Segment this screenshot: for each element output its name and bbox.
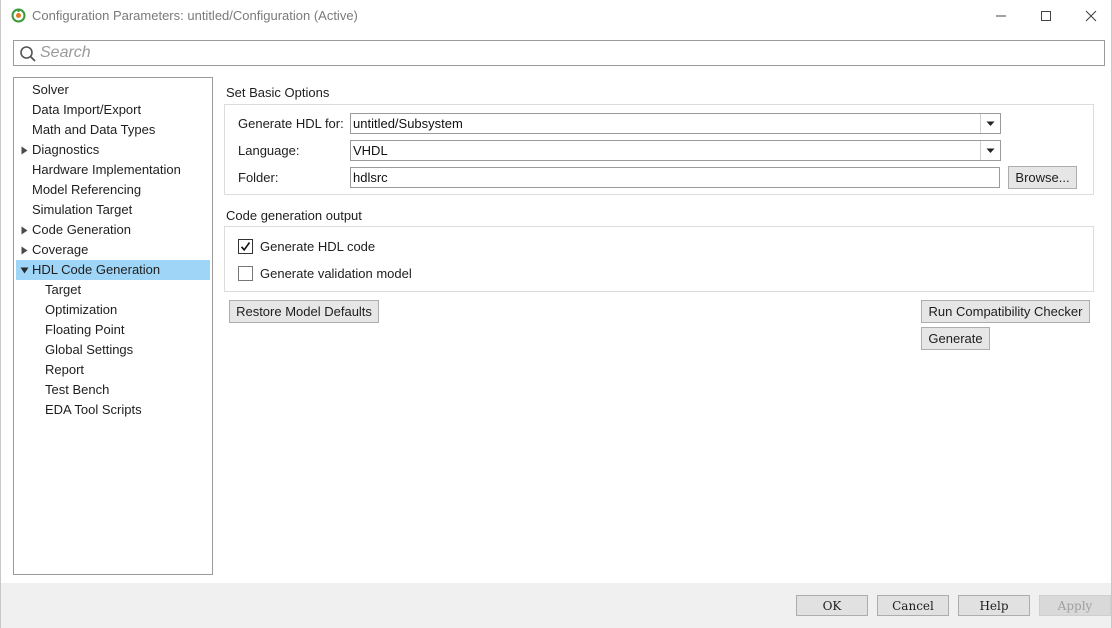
tree-item[interactable]: Simulation Target [16,200,210,220]
language-label: Language: [238,143,300,158]
search-bar [1,31,1111,74]
minimize-icon [996,15,1006,16]
tree-item-label: Optimization [45,302,118,317]
chevron-down-icon[interactable] [980,141,1000,160]
tree-item-label: Math and Data Types [32,122,156,137]
tree-item-label: Hardware Implementation [32,162,181,177]
expanded-arrow-icon[interactable] [19,260,29,280]
generate-validation-checkbox[interactable] [238,265,253,281]
search-box[interactable] [13,40,1105,66]
maximize-button[interactable] [1023,0,1069,31]
folder-input[interactable] [353,169,993,186]
tree-item-label: Target [45,282,82,297]
tree-item-label: Solver [32,82,69,97]
folder-label: Folder: [238,170,279,185]
tree-item[interactable]: Data Import/Export [16,100,210,120]
close-icon [1085,10,1097,21]
run-compatibility-checker-button[interactable]: Run Compatibility Checker [921,300,1090,323]
generate-for-value: untitled/Subsystem [353,116,463,131]
category-tree: Solver Data Import/Export Math and Data Ty… [13,77,213,575]
tree-item-label: Report [45,362,85,377]
ok-button[interactable]: OK [796,595,868,616]
folder-field[interactable] [350,167,1000,188]
generate-hdl-label: Generate HDL code [260,238,376,254]
restore-defaults-button[interactable]: Restore Model Defaults [229,300,379,323]
tree-item-label: HDL Code Generation [32,262,161,277]
basic-options-title: Set Basic Options [226,85,330,100]
tree-item-label: Data Import/Export [32,102,142,117]
tree-item[interactable]: Target [16,280,210,300]
generate-hdl-checkbox[interactable] [238,238,253,254]
language-value: VHDL [353,143,388,158]
output-title: Code generation output [226,208,362,223]
tree-item[interactable]: Optimization [16,300,210,320]
generate-button[interactable]: Generate [921,327,990,350]
collapsed-arrow-icon[interactable] [19,220,29,240]
title-bar: Configuration Parameters: untitled/Confi… [1,0,1111,31]
collapsed-arrow-icon[interactable] [19,240,29,260]
search-input[interactable] [40,43,1090,63]
dialog-footer: OK Cancel Help Apply [1,583,1111,628]
output-group: Generate HDL code Generate validation mo… [224,226,1094,292]
generate-validation-label: Generate validation model [260,265,412,281]
tree-item-label: Coverage [32,242,89,257]
generate-for-label: Generate HDL for: [238,116,344,131]
tree-item[interactable]: Hardware Implementation [16,160,210,180]
help-button[interactable]: Help [958,595,1030,616]
tree-item[interactable]: Report [16,360,210,380]
tree-item-label: Simulation Target [32,202,133,217]
simulink-app-icon [11,8,26,23]
generate-for-dropdown[interactable]: untitled/Subsystem [350,113,1001,134]
apply-button[interactable]: Apply [1039,595,1111,616]
language-dropdown[interactable]: VHDL [350,140,1001,161]
tree-item-label: Floating Point [45,322,125,337]
basic-options-group: Generate HDL for: untitled/Subsystem Lan… [224,104,1094,195]
minimize-button[interactable] [978,0,1024,31]
tree-item[interactable]: EDA Tool Scripts [16,400,210,420]
cancel-button[interactable]: Cancel [877,595,949,616]
browse-button[interactable]: Browse... [1008,166,1077,189]
close-button[interactable] [1068,0,1112,31]
tree-item[interactable]: Code Generation [16,220,210,240]
tree-item[interactable]: HDL Code Generation [16,260,210,280]
checkmark-icon [240,241,251,251]
tree-item[interactable]: Test Bench [16,380,210,400]
tree-item-label: Global Settings [45,342,134,357]
config-parameters-window: Configuration Parameters: untitled/Confi… [0,0,1112,628]
tree-item-label: Code Generation [32,222,132,237]
tree-item-label: Test Bench [45,382,110,397]
tree-item[interactable]: Diagnostics [16,140,210,160]
tree-item[interactable]: Global Settings [16,340,210,360]
collapsed-arrow-icon[interactable] [19,140,29,160]
tree-item[interactable]: Math and Data Types [16,120,210,140]
content-area: Solver Data Import/Export Math and Data Ty… [1,74,1111,583]
generate-hdl-row[interactable]: Generate HDL code [238,238,375,254]
maximize-icon [1041,10,1051,21]
search-icon [19,45,37,66]
tree-item-label: Diagnostics [32,142,100,157]
tree-item[interactable]: Floating Point [16,320,210,340]
tree-item[interactable]: Solver [16,80,210,100]
tree-item[interactable]: Model Referencing [16,180,210,200]
chevron-down-icon[interactable] [980,114,1000,133]
generate-validation-row[interactable]: Generate validation model [238,265,412,281]
tree-item[interactable]: Coverage [16,240,210,260]
tree-item-label: EDA Tool Scripts [45,402,142,417]
tree-item-label: Model Referencing [32,182,142,197]
window-title: Configuration Parameters: untitled/Confi… [32,8,358,23]
